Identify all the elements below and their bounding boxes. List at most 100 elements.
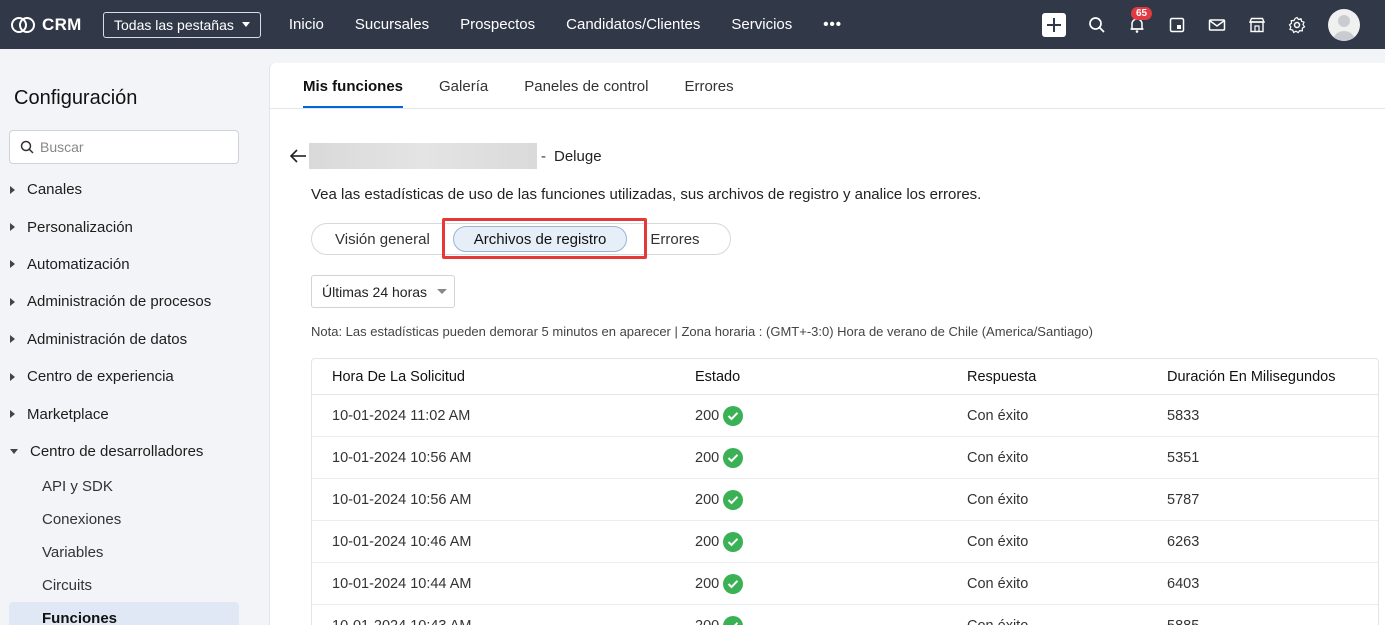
cell-response: Con éxito [967, 407, 1029, 424]
app-name: CRM [42, 14, 82, 34]
nav-servicios[interactable]: Servicios [731, 16, 792, 33]
back-arrow-icon[interactable] [289, 149, 307, 163]
chevron-right-icon [10, 297, 15, 306]
cell-duration: 5833 [1167, 407, 1200, 424]
gear-icon[interactable] [1288, 16, 1306, 34]
sidebar-search[interactable] [9, 130, 239, 164]
sidebar-item-centro-desarrolladores[interactable]: Centro de desarrolladores [0, 433, 254, 470]
main-tabs: Mis funciones Galería Paneles de control… [270, 63, 1385, 109]
sidebar-subitem-variables[interactable]: Variables [0, 536, 254, 569]
cell-request-time: 10-01-2024 10:56 AM [332, 449, 472, 466]
sidebar-menu: Canales Personalización Automatización A… [0, 171, 254, 625]
sidebar-item-label: Canales [27, 181, 83, 199]
sidebar-subitem-api-sdk[interactable]: API y SDK [0, 470, 254, 503]
main-nav: Inicio Sucursales Prospectos Candidatos/… [289, 16, 873, 33]
success-check-icon [723, 489, 744, 510]
bell-icon[interactable]: 65 [1128, 6, 1153, 34]
mail-icon[interactable] [1208, 16, 1226, 34]
column-header-respuesta[interactable]: Respuesta [967, 369, 1167, 385]
separator-dash: - [541, 147, 546, 165]
time-range-dropdown[interactable]: Últimas 24 horas [311, 275, 455, 308]
user-avatar[interactable] [1328, 8, 1360, 41]
column-header-duracion[interactable]: Duración En Milisegundos [1167, 369, 1377, 385]
all-tabs-dropdown[interactable]: Todas las pestañas [103, 11, 261, 38]
table-row[interactable]: 10-01-2024 10:44 AM 200 Con éxito 6403 [312, 563, 1378, 605]
sidebar-item-automatizacion[interactable]: Automatización [0, 246, 254, 283]
main-content: Mis funciones Galería Paneles de control… [269, 63, 1385, 625]
tab-galeria[interactable]: Galería [439, 63, 488, 108]
status-code: 200 [695, 407, 720, 424]
sidebar-subitem-circuits[interactable]: Circuits [0, 569, 254, 602]
marketplace-icon[interactable] [1248, 16, 1266, 34]
status-code: 200 [695, 491, 720, 508]
sidebar-item-label: Centro de desarrolladores [30, 442, 204, 460]
cell-duration: 6403 [1167, 575, 1200, 592]
tab-mis-funciones[interactable]: Mis funciones [303, 63, 404, 108]
column-header-hora[interactable]: Hora De La Solicitud [312, 369, 695, 385]
more-tabs-button[interactable]: ••• [823, 16, 842, 33]
cell-status: 200 [695, 615, 967, 625]
sidebar-item-administracion-procesos[interactable]: Administración de procesos [0, 283, 254, 320]
tab-errores[interactable]: Errores [684, 63, 733, 108]
success-check-icon [723, 447, 744, 468]
nav-sucursales[interactable]: Sucursales [355, 16, 429, 33]
sidebar-item-personalizacion[interactable]: Personalización [0, 208, 254, 245]
sidebar-item-marketplace[interactable]: Marketplace [0, 395, 254, 432]
highlight-annotation-box [442, 218, 647, 259]
chevron-right-icon [10, 185, 15, 194]
table-row[interactable]: 10-01-2024 10:56 AM 200 Con éxito 5787 [312, 479, 1378, 521]
chevron-right-icon [10, 260, 15, 269]
column-header-estado[interactable]: Estado [695, 369, 967, 385]
chevron-right-icon [10, 335, 15, 344]
sidebar-item-label: Automatización [27, 255, 130, 273]
cell-status: 200 [695, 531, 967, 552]
cell-duration: 5885 [1167, 618, 1377, 625]
cell-response: Con éxito [967, 449, 1029, 466]
time-range-value: Últimas 24 horas [322, 283, 428, 300]
calendar-icon[interactable] [1168, 16, 1186, 34]
chevron-right-icon [10, 410, 15, 419]
status-code: 200 [695, 575, 720, 592]
table-header: Hora De La Solicitud Estado Respuesta Du… [312, 359, 1378, 395]
all-tabs-label: Todas las pestañas [114, 16, 234, 33]
sidebar-subitem-funciones[interactable]: Funciones [9, 602, 239, 625]
crm-logo[interactable]: CRM [10, 15, 90, 35]
tab-paneles-control[interactable]: Paneles de control [524, 63, 648, 108]
table-row[interactable]: 10-01-2024 10:46 AM 200 Con éxito 6263 [312, 521, 1378, 563]
segment-vision-general[interactable]: Visión general [312, 231, 453, 248]
cell-request-time: 10-01-2024 10:43 AM [312, 618, 695, 625]
sidebar-item-administracion-datos[interactable]: Administración de datos [0, 321, 254, 358]
chevron-right-icon [10, 223, 15, 232]
description-text: Vea las estadísticas de uso de las funci… [311, 186, 982, 203]
sidebar-item-canales[interactable]: Canales [0, 171, 254, 208]
chevron-right-icon [10, 372, 15, 381]
search-icon[interactable] [1088, 16, 1106, 34]
caret-down-icon [437, 289, 448, 294]
cell-request-time: 10-01-2024 10:44 AM [332, 575, 472, 592]
cell-request-time: 10-01-2024 11:02 AM [332, 407, 471, 424]
status-code: 200 [695, 618, 719, 625]
sidebar-subitem-conexiones[interactable]: Conexiones [0, 503, 254, 536]
search-icon [20, 140, 34, 154]
status-code: 200 [695, 449, 720, 466]
function-name-redacted [309, 143, 537, 169]
search-input[interactable] [40, 139, 220, 155]
cell-status: 200 [695, 573, 967, 594]
nav-inicio[interactable]: Inicio [289, 16, 324, 33]
success-check-icon [723, 573, 744, 594]
top-navigation-bar: CRM Todas las pestañas Inicio Sucursales… [0, 0, 1385, 49]
nav-candidatos-clientes[interactable]: Candidatos/Clientes [566, 16, 700, 33]
success-check-icon [723, 405, 744, 426]
success-check-icon [723, 615, 744, 625]
cell-request-time: 10-01-2024 10:46 AM [332, 533, 472, 550]
log-table: Hora De La Solicitud Estado Respuesta Du… [311, 358, 1379, 625]
table-row[interactable]: 10-01-2024 11:02 AM 200 Con éxito 5833 [312, 395, 1378, 437]
cell-duration: 6263 [1167, 533, 1200, 550]
table-row[interactable]: 10-01-2024 10:56 AM 200 Con éxito 5351 [312, 437, 1378, 479]
create-plus-button[interactable] [1042, 12, 1066, 37]
nav-prospectos[interactable]: Prospectos [460, 16, 535, 33]
table-row[interactable]: 10-01-2024 10:43 AM200 Con éxito5885 [312, 605, 1378, 625]
notification-badge: 65 [1131, 6, 1153, 20]
status-code: 200 [695, 533, 720, 550]
sidebar-item-centro-experiencia[interactable]: Centro de experiencia [0, 358, 254, 395]
